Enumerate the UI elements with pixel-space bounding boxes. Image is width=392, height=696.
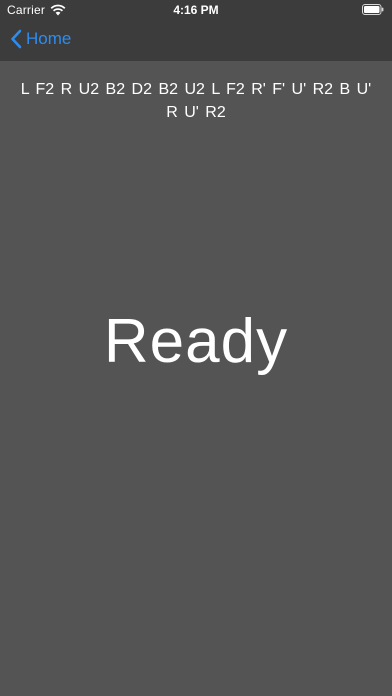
back-button-home[interactable]: Home <box>10 29 71 49</box>
status-time: 4:16 PM <box>173 3 219 17</box>
battery-full-icon <box>362 4 384 15</box>
chevron-left-icon <box>11 29 22 49</box>
timer-status-label[interactable]: Ready <box>0 306 392 377</box>
scramble-sequence: L F2 R U2 B2 D2 B2 U2 L F2 R' F' U' R2 B… <box>20 81 372 121</box>
status-bar: Carrier 4:16 PM <box>0 0 392 20</box>
navigation-bar: Home <box>0 20 392 61</box>
back-button-label: Home <box>26 29 72 48</box>
